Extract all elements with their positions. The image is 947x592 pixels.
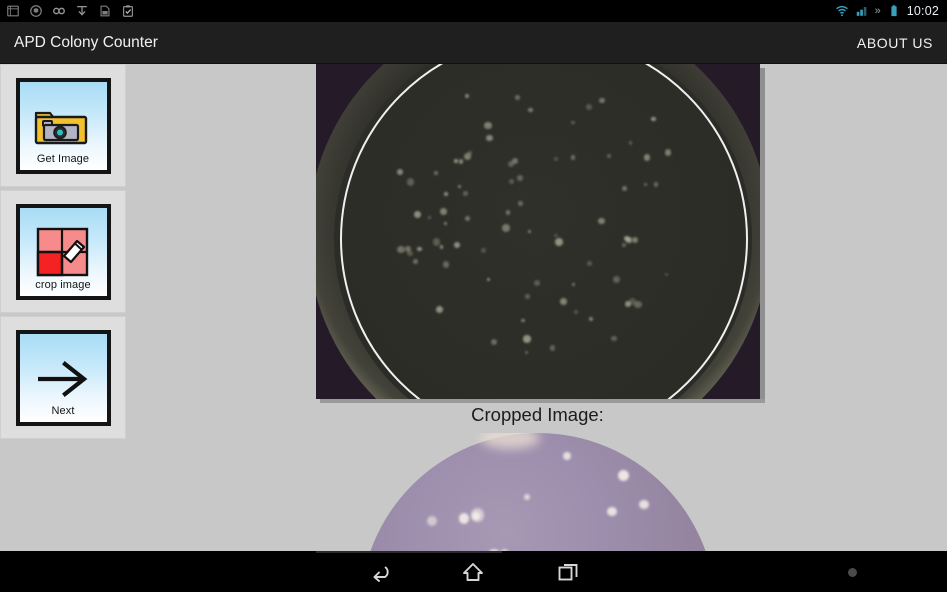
sidebar: Get Image crop image Next — [0, 64, 128, 442]
get-image-button[interactable]: Get Image — [15, 77, 111, 174]
crop-pen-icon — [36, 227, 89, 276]
nav-recents-button[interactable] — [539, 551, 597, 592]
get-image-art — [32, 98, 94, 156]
crop-image-button[interactable]: crop image — [15, 203, 111, 300]
signal-icon — [856, 7, 866, 16]
next-art — [32, 350, 94, 408]
action-bar: APD Colony Counter ABOUT US — [0, 22, 947, 64]
sidebar-card-crop-image: crop image — [0, 190, 126, 313]
preview-shadow-right — [760, 68, 765, 403]
book-icon — [7, 5, 19, 17]
app-root: » 10:02 APD Colony Counter ABOUT US Get … — [0, 0, 947, 592]
shield-icon — [30, 5, 42, 17]
clipboard-check-icon — [123, 5, 133, 17]
nav-back-button[interactable] — [350, 551, 408, 592]
about-us-button[interactable]: ABOUT US — [857, 22, 933, 64]
home-icon — [463, 562, 483, 581]
system-navigation-bar — [0, 551, 947, 592]
crop-image-art — [34, 224, 92, 282]
get-image-label: Get Image — [36, 152, 90, 165]
source-image-preview[interactable] — [316, 64, 765, 403]
next-tile-face: Next — [19, 333, 107, 422]
colony-dot — [459, 513, 470, 524]
nav-home-button[interactable] — [444, 551, 502, 592]
colony-dot — [607, 506, 617, 517]
status-bar-clock: 10:02 — [906, 4, 939, 18]
menu-dot-icon[interactable] — [848, 568, 857, 577]
wifi-icon — [835, 5, 848, 17]
crop-image-label: crop image — [35, 278, 91, 291]
main-content: Cropped Image: — [128, 64, 947, 592]
get-image-tile-face: Get Image — [19, 81, 107, 170]
status-bar: » 10:02 — [0, 0, 947, 22]
sidebar-card-get-image: Get Image — [0, 64, 126, 187]
more-chevron-icon: » — [874, 4, 881, 17]
back-arrow-icon — [373, 565, 389, 582]
colony-dot — [470, 508, 485, 522]
cropped-image-label: Cropped Image: — [471, 404, 604, 425]
battery-icon — [891, 5, 897, 17]
status-bar-notification-icons — [0, 4, 135, 18]
infinity-icon — [53, 7, 65, 15]
sidebar-card-next: Next — [0, 316, 126, 439]
next-button[interactable]: Next — [15, 329, 111, 426]
crop-image-tile-face: crop image — [19, 207, 107, 296]
page-title: APD Colony Counter — [14, 34, 158, 51]
arrow-right-icon — [38, 360, 88, 397]
colony-dot — [639, 499, 649, 510]
colony-dot — [523, 493, 531, 500]
colony-dot — [563, 452, 571, 460]
status-bar-system-icons: » 10:02 — [835, 0, 939, 22]
next-label: Next — [51, 404, 75, 417]
crop-selection-circle[interactable] — [340, 64, 748, 399]
preview-shadow-bottom — [320, 399, 765, 403]
sdcard-icon — [100, 5, 110, 17]
recents-icon — [558, 563, 578, 580]
folder-camera-icon — [34, 111, 88, 144]
download-icon — [77, 5, 87, 16]
source-image[interactable] — [316, 64, 760, 399]
